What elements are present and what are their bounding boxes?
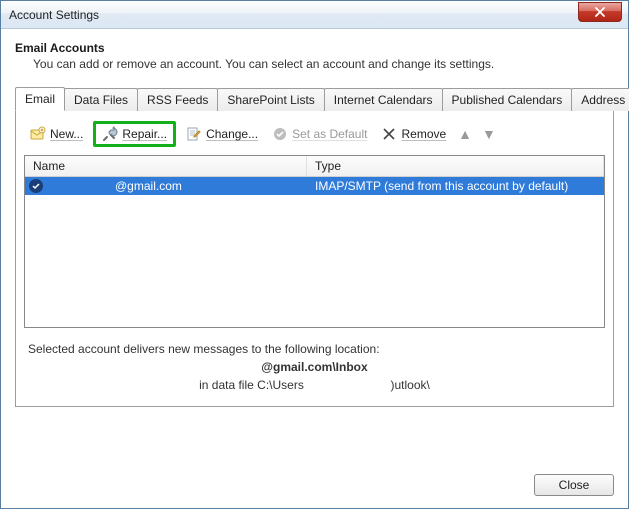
remove-button[interactable]: Remove — [377, 124, 450, 144]
content-area: Email Accounts You can add or remove an … — [1, 29, 628, 466]
default-account-icon — [29, 179, 43, 193]
section-subtitle: You can add or remove an account. You ca… — [33, 57, 614, 71]
location-path: @gmail.com\Inbox — [261, 360, 367, 374]
close-button[interactable]: Close — [534, 474, 614, 496]
window-close-button[interactable] — [578, 2, 622, 22]
tab-data-files[interactable]: Data Files — [64, 88, 138, 111]
account-type: IMAP/SMTP (send from this account by def… — [307, 178, 604, 194]
tab-address-books[interactable]: Address Books — [571, 88, 629, 111]
account-row[interactable]: @gmail.com IMAP/SMTP (send from this acc… — [25, 177, 604, 195]
column-type[interactable]: Type — [307, 156, 604, 176]
section-title: Email Accounts — [15, 41, 614, 55]
location-intro: Selected account delivers new messages t… — [28, 342, 601, 356]
titlebar: Account Settings — [1, 1, 628, 29]
toolbar: New... Repair... — [24, 119, 605, 155]
location-info: Selected account delivers new messages t… — [24, 328, 605, 396]
tab-rss-feeds[interactable]: RSS Feeds — [137, 88, 218, 111]
list-header: Name Type — [25, 156, 604, 177]
new-button-label: New... — [50, 127, 83, 141]
move-down-button: ▼ — [480, 127, 498, 141]
list-body[interactable]: @gmail.com IMAP/SMTP (send from this acc… — [25, 177, 604, 327]
repair-button-label: Repair... — [122, 127, 167, 141]
new-mail-icon — [30, 126, 46, 142]
tab-sharepoint-lists[interactable]: SharePoint Lists — [217, 88, 324, 111]
tab-panel-email: New... Repair... — [15, 110, 614, 407]
remove-button-label: Remove — [401, 127, 446, 141]
repair-icon — [102, 126, 118, 142]
tab-email[interactable]: Email — [15, 87, 65, 111]
change-button[interactable]: Change... — [182, 124, 262, 144]
tab-published-calendars[interactable]: Published Calendars — [442, 88, 573, 111]
new-button[interactable]: New... — [26, 124, 87, 144]
datafile-suffix: )utlook\ — [391, 378, 430, 392]
repair-button[interactable]: Repair... — [98, 124, 171, 144]
dialog-footer: Close — [1, 466, 628, 508]
remove-icon — [381, 126, 397, 142]
account-name: @gmail.com — [115, 179, 182, 193]
column-name[interactable]: Name — [25, 156, 307, 176]
close-icon — [595, 7, 605, 17]
change-button-label: Change... — [206, 127, 258, 141]
move-up-button: ▲ — [456, 127, 474, 141]
set-default-label: Set as Default — [292, 127, 367, 141]
set-default-button: Set as Default — [268, 124, 371, 144]
check-circle-icon — [272, 126, 288, 142]
window-title: Account Settings — [9, 8, 578, 22]
repair-highlight: Repair... — [93, 121, 176, 147]
datafile-prefix: in data file C:\Users — [199, 378, 304, 392]
account-settings-dialog: Account Settings Email Accounts You can … — [0, 0, 629, 509]
accounts-list: Name Type @gmail.com IMAP/SMTP (send fro… — [24, 155, 605, 328]
tab-internet-calendars[interactable]: Internet Calendars — [324, 88, 443, 111]
tab-strip: Email Data Files RSS Feeds SharePoint Li… — [15, 87, 614, 111]
change-icon — [186, 126, 202, 142]
